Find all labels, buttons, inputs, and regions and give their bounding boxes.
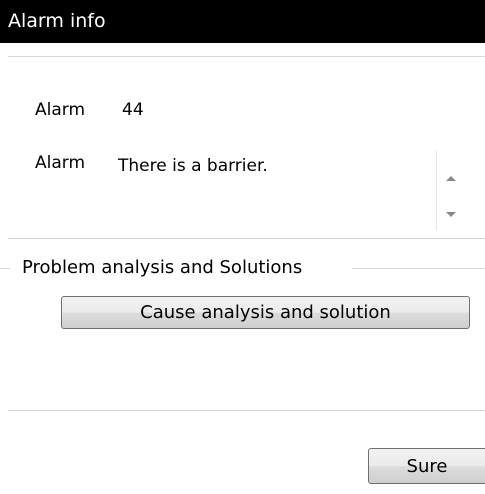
group-border-left bbox=[0, 268, 10, 269]
top-divider bbox=[8, 56, 485, 57]
window-title: Alarm info bbox=[8, 10, 106, 32]
message-scrollbar[interactable] bbox=[436, 150, 464, 230]
alarm-message-label: Alarm bbox=[35, 153, 86, 173]
alarm-info-window: Alarm info Alarm 44 Alarm There is a bar… bbox=[0, 0, 485, 494]
analysis-group-title: Problem analysis and Solutions bbox=[22, 257, 307, 279]
scroll-up-arrow-icon[interactable] bbox=[446, 176, 456, 181]
alarm-code-value: 44 bbox=[122, 100, 144, 120]
title-bar[interactable]: Alarm info bbox=[0, 0, 485, 43]
scroll-down-arrow-icon[interactable] bbox=[446, 212, 456, 217]
alarm-section-divider bbox=[8, 238, 485, 239]
group-border-right bbox=[352, 268, 485, 269]
cause-analysis-button[interactable]: Cause analysis and solution bbox=[61, 296, 470, 329]
footer-divider bbox=[8, 410, 485, 411]
alarm-code-label: Alarm bbox=[35, 100, 86, 120]
alarm-message-textbox[interactable]: There is a barrier. bbox=[112, 150, 464, 230]
alarm-message-text: There is a barrier. bbox=[118, 156, 268, 176]
sure-button[interactable]: Sure bbox=[368, 448, 485, 484]
